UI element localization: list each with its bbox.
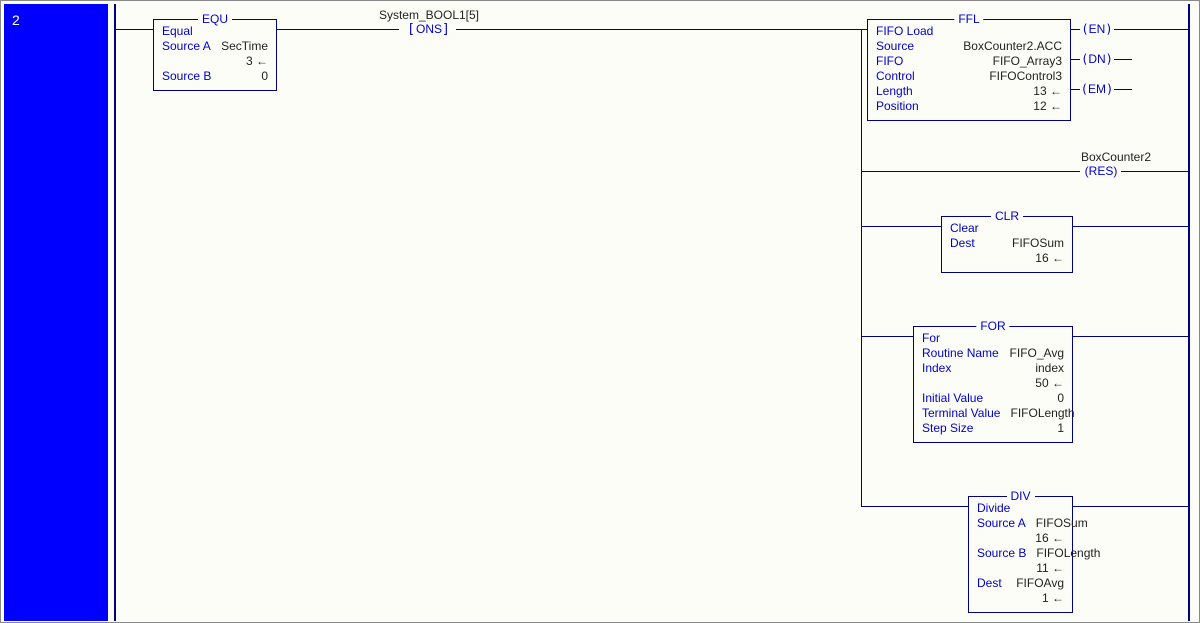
ffl-en-pin: (EN): [1080, 22, 1114, 36]
for-index-label: Index: [922, 361, 951, 376]
ffl-title: FIFO Load: [876, 24, 1062, 39]
wire: [1073, 226, 1188, 227]
left-rail: [114, 4, 116, 621]
ffl-source-label: Source: [876, 39, 914, 54]
clr-dest-sub: 16 ←: [1035, 251, 1064, 266]
for-routine-label: Routine Name: [922, 346, 999, 361]
ons-text: ONS: [416, 22, 442, 36]
wire: [116, 29, 153, 30]
ffl-dn-pin: (DN): [1080, 52, 1114, 66]
wire: [1114, 89, 1132, 90]
ffl-source-value: BoxCounter2.ACC: [963, 39, 1062, 54]
wire: [1073, 336, 1188, 337]
for-routine-value: FIFO_Avg: [1010, 346, 1064, 361]
equ-title: Equal: [162, 24, 268, 39]
wire: [1071, 59, 1080, 60]
wire: [1188, 29, 1189, 506]
equ-srcA-value: SecTime: [221, 39, 268, 54]
ffl-length-label: Length: [876, 84, 913, 99]
wire: [861, 506, 968, 507]
wire: [861, 29, 862, 506]
ons-tag: System_BOOL1[5]: [359, 8, 499, 22]
div-title: Divide: [977, 501, 1064, 516]
div-mnemonic: DIV: [1006, 489, 1034, 503]
div-srcB-value: FIFOLength: [1036, 546, 1100, 561]
div-block[interactable]: DIV Divide Source AFIFOSum 16 ← Source B…: [968, 496, 1073, 613]
wire: [1071, 29, 1080, 30]
ffl-control-label: Control: [876, 69, 915, 84]
ons-instruction[interactable]: System_BOOL1[5] [ONS]: [359, 8, 499, 37]
equ-srcB-value: 0: [261, 69, 268, 84]
for-term-label: Terminal Value: [922, 406, 1000, 421]
ladder-canvas: 2 EQU Equal Source A SecTime 3 ← So: [0, 0, 1200, 623]
equ-mnemonic: EQU: [198, 12, 232, 26]
wire: [861, 226, 941, 227]
ffl-position-label: Position: [876, 99, 919, 114]
ffl-mnemonic: FFL: [954, 12, 983, 26]
wire: [1073, 506, 1188, 507]
for-index-sub: 50 ←: [1035, 376, 1064, 391]
ffl-control-value: FIFOControl3: [989, 69, 1062, 84]
equ-block[interactable]: EQU Equal Source A SecTime 3 ← Source B …: [153, 19, 277, 91]
for-step-label: Step Size: [922, 421, 973, 436]
for-step-value: 1: [1057, 421, 1064, 436]
clr-dest-value: FIFOSum: [1012, 236, 1064, 251]
for-mnemonic: FOR: [976, 319, 1009, 333]
rung-number-bar: 2: [4, 4, 108, 621]
div-dest-sub: 1 ←: [1042, 591, 1064, 606]
clr-block[interactable]: CLR Clear DestFIFOSum 16 ←: [941, 216, 1073, 273]
div-dest-value: FIFOAvg: [1016, 576, 1064, 591]
res-tag: BoxCounter2: [1051, 150, 1151, 164]
wire: [1114, 29, 1188, 30]
ons-bracket-left: [: [407, 22, 416, 37]
ffl-fifo-label: FIFO: [876, 54, 903, 69]
res-instruction[interactable]: BoxCounter2 (RES): [1051, 150, 1151, 178]
wire: [861, 336, 913, 337]
div-srcA-value: FIFOSum: [1036, 516, 1088, 531]
ffl-block[interactable]: FFL FIFO Load SourceBoxCounter2.ACC FIFO…: [867, 19, 1071, 121]
clr-mnemonic: CLR: [991, 209, 1023, 223]
div-srcB-label: Source B: [977, 546, 1026, 561]
ffl-em-pin: (EM): [1080, 82, 1114, 96]
wire: [861, 171, 1080, 172]
res-paren-right: ): [1113, 164, 1117, 178]
for-term-value: FIFOLength: [1010, 406, 1074, 421]
for-init-value: 0: [1057, 391, 1064, 406]
equ-srcA-sub: 3 ←: [246, 54, 268, 69]
wire: [1114, 59, 1132, 60]
wire: [1071, 89, 1080, 90]
div-srcA-sub: 16 ←: [1035, 531, 1064, 546]
for-init-label: Initial Value: [922, 391, 983, 406]
ons-bracket-right: ]: [442, 22, 451, 37]
clr-title: Clear: [950, 221, 1064, 236]
for-index-value: index: [1035, 361, 1064, 376]
div-srcB-sub: 11 ←: [1036, 561, 1064, 576]
for-block[interactable]: FOR For Routine NameFIFO_Avg Indexindex …: [913, 326, 1073, 443]
ffl-length-value: 13 ←: [1033, 84, 1062, 99]
rung-number: 2: [12, 12, 20, 28]
wire: [456, 29, 861, 30]
res-text: RES: [1089, 164, 1114, 178]
equ-srcA-label: Source A: [162, 39, 211, 54]
clr-dest-label: Dest: [950, 236, 975, 251]
div-dest-label: Dest: [977, 576, 1002, 591]
for-title: For: [922, 331, 1064, 346]
ffl-position-value: 12 ←: [1033, 99, 1062, 114]
div-srcA-label: Source A: [977, 516, 1026, 531]
equ-srcB-label: Source B: [162, 69, 211, 84]
ffl-fifo-value: FIFO_Array3: [993, 54, 1062, 69]
